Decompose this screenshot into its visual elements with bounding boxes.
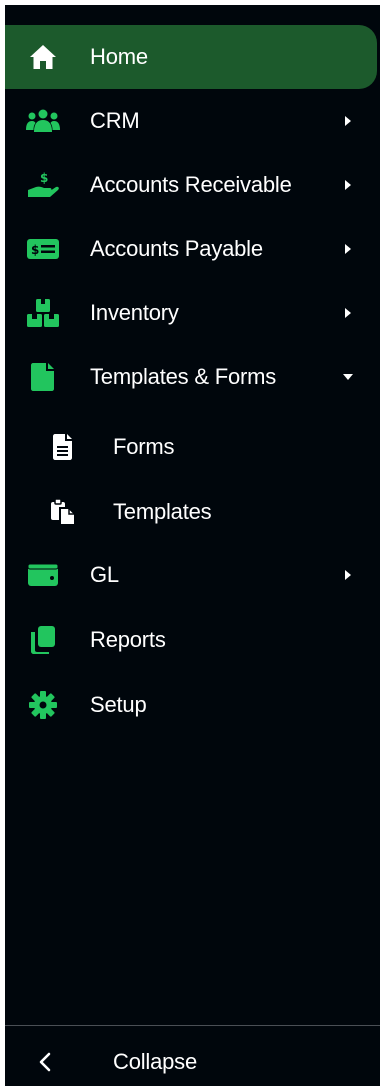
copy-icon [25,625,61,655]
sidebar-item-label: CRM [90,108,140,133]
sidebar-item-label: GL [90,562,119,587]
sidebar-item-accounts-payable[interactable]: $ Accounts Payable [5,217,377,281]
sidebar-item-setup[interactable]: Setup [5,673,377,737]
sidebar-item-crm[interactable]: CRM [5,89,377,153]
caret-right-icon [341,568,355,582]
caret-right-icon [341,242,355,256]
sidebar-item-reports[interactable]: Reports [5,608,377,672]
svg-text:$: $ [40,171,48,185]
sidebar-item-label: Inventory [90,300,179,325]
sidebar-item-accounts-receivable[interactable]: $ Accounts Receivable [5,153,377,217]
sidebar-item-inventory[interactable]: Inventory [5,281,377,345]
svg-text:$: $ [31,243,39,257]
sidebar-item-label: Templates & Forms [90,364,277,389]
caret-right-icon [341,306,355,320]
gear-icon [25,690,61,720]
hand-dollar-icon: $ [25,170,61,200]
file-lines-icon [45,432,81,462]
money-bill-icon: $ [25,234,61,264]
collapse-button[interactable]: Collapse [5,1033,377,1086]
footer-divider [5,1025,380,1026]
sidebar-subitem-templates[interactable]: Templates [5,480,377,544]
sidebar-item-label: Home [90,44,148,69]
sidebar-item-templates-forms[interactable]: Templates & Forms [5,345,377,409]
wallet-icon [25,560,61,590]
sidebar-item-label: Reports [90,627,166,652]
sidebar-item-label: Accounts Receivable [90,172,292,197]
caret-right-icon [341,178,355,192]
sidebar-item-label: Setup [90,692,147,717]
sidebar-item-gl[interactable]: GL [5,543,377,607]
sidebar: Home CRM $ Accounts Receivable $ Account… [5,5,380,1086]
boxes-icon [25,298,61,328]
sidebar-item-label: Forms [113,434,175,459]
chevron-left-icon [27,1047,63,1077]
caret-right-icon [341,114,355,128]
paste-icon [45,497,81,527]
sidebar-subitem-forms[interactable]: Forms [5,415,377,479]
file-icon [25,362,61,392]
sidebar-item-home[interactable]: Home [5,25,377,89]
sidebar-item-label: Accounts Payable [90,236,263,261]
users-icon [25,106,61,136]
caret-down-icon [341,370,355,384]
collapse-label: Collapse [113,1049,198,1074]
home-icon [25,42,61,72]
sidebar-item-label: Templates [113,499,212,524]
